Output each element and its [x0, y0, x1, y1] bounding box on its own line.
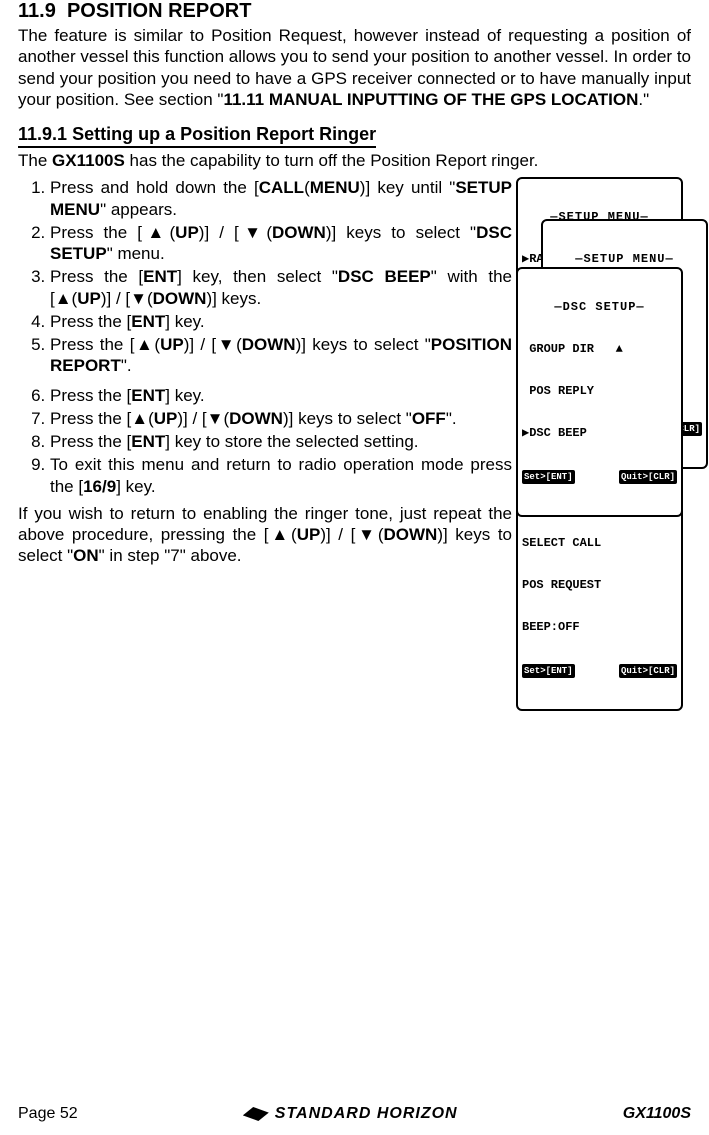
- page-footer: Page 52 STANDARD HORIZON GX1100S: [18, 1105, 691, 1123]
- subsection-heading: 11.9.1 Setting up a Position Report Ring…: [18, 124, 376, 148]
- subsection-title: Setting up a Position Report Ringer: [72, 124, 376, 144]
- closing-paragraph: If you wish to return to enabling the ri…: [18, 503, 518, 567]
- lcd-quit-button: Quit>[CLR]: [619, 470, 677, 484]
- step-9: To exit this menu and return to radio op…: [50, 454, 550, 497]
- section-intro: The feature is similar to Position Reque…: [18, 25, 691, 110]
- subsection-number: 11.9.1: [18, 124, 67, 144]
- step-6: Press the [ENT] key.: [50, 385, 550, 406]
- step-3: Press the [ENT] key, then select "DSC BE…: [50, 266, 550, 309]
- step-8: Press the [ENT] key to store the selecte…: [50, 431, 550, 452]
- step-4: Press the [ENT] key.: [50, 311, 550, 332]
- lcd-stack-top: —SETUP MENU— ▶RADIO SETUP DSC SETUP POS …: [516, 177, 691, 362]
- step-2: Press the [▲(UP)] / [▼(DOWN)] keys to se…: [50, 222, 550, 265]
- brand-swoosh-icon: [243, 1107, 269, 1121]
- section-title: POSITION REPORT: [67, 0, 251, 22]
- brand-text: STANDARD HORIZON: [275, 1105, 458, 1123]
- model-name: GX1100S: [52, 151, 125, 170]
- intro-ref-bold: 11.11 MANUAL INPUTTING OF THE GPS LOCATI…: [223, 90, 638, 109]
- brand-logo: STANDARD HORIZON: [243, 1105, 458, 1123]
- step-7: Press the [▲(UP)] / [▼(DOWN)] keys to se…: [50, 408, 550, 429]
- subsection-lead: The GX1100S has the capability to turn o…: [18, 150, 691, 171]
- lcd-set-button: Set>[ENT]: [522, 470, 575, 484]
- lcd-panel-3: —DSC SETUP— GROUP DIR ▲ POS REPLY ▶DSC B…: [516, 267, 683, 517]
- lcd-set-button: Set>[ENT]: [522, 664, 575, 678]
- step-1: Press and hold down the [CALL(MENU)] key…: [50, 177, 550, 220]
- lcd-quit-button: Quit>[CLR]: [619, 664, 677, 678]
- step-5: Press the [▲(UP)] / [▼(DOWN)] keys to se…: [50, 334, 550, 377]
- footer-model: GX1100S: [623, 1105, 691, 1123]
- page-number: Page 52: [18, 1105, 78, 1123]
- section-heading: 11.9 POSITION REPORT: [18, 0, 691, 23]
- section-number: 11.9: [18, 0, 56, 22]
